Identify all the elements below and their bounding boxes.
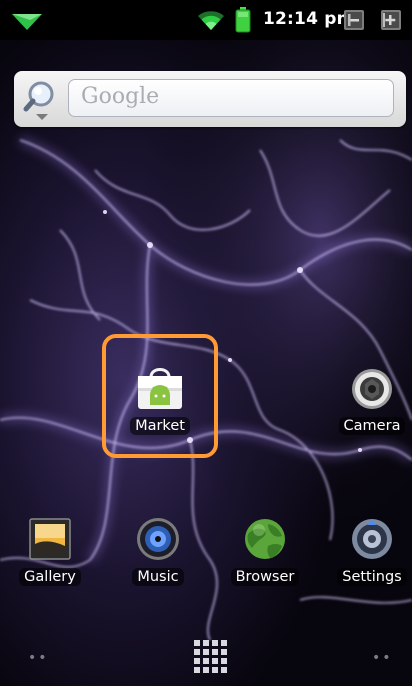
wifi-icon: [198, 11, 224, 31]
app-shortcut-browser[interactable]: Browser: [215, 516, 315, 586]
volume-down-icon[interactable]: [343, 9, 365, 31]
right-screen-indicator[interactable]: ••: [372, 650, 393, 666]
google-search-widget[interactable]: Google: [14, 71, 406, 127]
music-icon: [137, 518, 179, 560]
browser-globe-icon: [245, 519, 285, 559]
app-shortcut-settings[interactable]: Settings: [322, 516, 412, 586]
app-shortcut-market[interactable]: Market: [110, 365, 210, 435]
left-screen-indicator[interactable]: ••: [28, 650, 49, 666]
status-bar: 12:14 pm: [0, 0, 412, 40]
volume-up-icon[interactable]: [380, 9, 402, 31]
app-label: Market: [130, 417, 190, 435]
market-bag-icon: [138, 368, 182, 409]
app-drawer-grid-icon[interactable]: [192, 638, 230, 676]
app-label: Gallery: [19, 568, 81, 586]
camera-icon: [352, 369, 392, 409]
app-label: Music: [132, 568, 184, 586]
gallery-icon: [29, 518, 71, 560]
app-label: Camera: [338, 417, 406, 435]
search-magnifier-icon[interactable]: [22, 79, 62, 121]
app-label: Browser: [230, 568, 300, 586]
battery-icon: [235, 7, 251, 33]
notification-arrow-icon[interactable]: [10, 10, 44, 34]
app-shortcut-camera[interactable]: Camera: [322, 367, 412, 435]
search-input[interactable]: Google: [68, 79, 394, 117]
status-clock: 12:14 pm: [263, 9, 355, 29]
app-shortcut-music[interactable]: Music: [108, 516, 208, 586]
app-shortcut-gallery[interactable]: Gallery: [0, 516, 100, 586]
settings-icon: [352, 519, 392, 559]
android-home-screen: 12:14 pm Google Market Camera Gallery Mu…: [0, 0, 412, 686]
app-label: Settings: [337, 568, 407, 586]
